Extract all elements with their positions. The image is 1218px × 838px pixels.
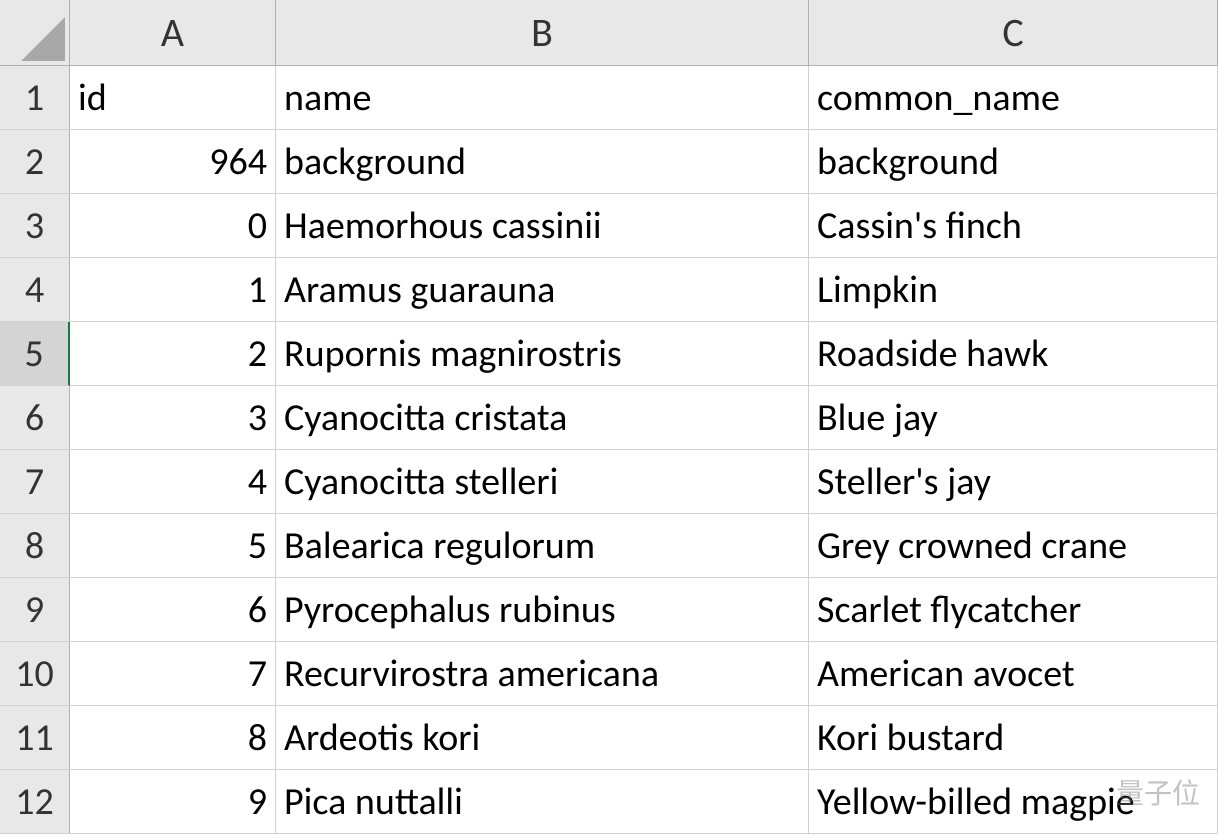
- cell-A11[interactable]: 8: [70, 706, 276, 770]
- row-header-2[interactable]: 2: [0, 130, 70, 194]
- cell-B6[interactable]: Cyanocitta cristata: [276, 386, 809, 450]
- row-header-11[interactable]: 11: [0, 706, 70, 770]
- row-header-12[interactable]: 12: [0, 770, 70, 834]
- row-header-6[interactable]: 6: [0, 386, 70, 450]
- cell-C11[interactable]: Kori bustard: [809, 706, 1218, 770]
- cell-B11[interactable]: Ardeotis kori: [276, 706, 809, 770]
- cell-A8[interactable]: 5: [70, 514, 276, 578]
- cell-B12[interactable]: Pica nuttalli: [276, 770, 809, 834]
- cell-C1[interactable]: common_name: [809, 66, 1218, 130]
- cell-A2[interactable]: 964: [70, 130, 276, 194]
- row-header-7[interactable]: 7: [0, 450, 70, 514]
- cell-B7[interactable]: Cyanocitta stelleri: [276, 450, 809, 514]
- cell-B8[interactable]: Balearica regulorum: [276, 514, 809, 578]
- cell-B4[interactable]: Aramus guarauna: [276, 258, 809, 322]
- cell-C4[interactable]: Limpkin: [809, 258, 1218, 322]
- cell-A6[interactable]: 3: [70, 386, 276, 450]
- cell-C8[interactable]: Grey crowned crane: [809, 514, 1218, 578]
- row-header-8[interactable]: 8: [0, 514, 70, 578]
- row-header-9[interactable]: 9: [0, 578, 70, 642]
- cell-A12[interactable]: 9: [70, 770, 276, 834]
- cell-C10[interactable]: American avocet: [809, 642, 1218, 706]
- cell-B10[interactable]: Recurvirostra americana: [276, 642, 809, 706]
- row-header-3[interactable]: 3: [0, 194, 70, 258]
- cell-C2[interactable]: background: [809, 130, 1218, 194]
- cell-C9[interactable]: Scarlet flycatcher: [809, 578, 1218, 642]
- cell-A3[interactable]: 0: [70, 194, 276, 258]
- row-header-5[interactable]: 5: [0, 322, 70, 386]
- column-header-B[interactable]: B: [276, 0, 809, 66]
- cell-B1[interactable]: name: [276, 66, 809, 130]
- cell-C5[interactable]: Roadside hawk: [809, 322, 1218, 386]
- cell-C7[interactable]: Steller's jay: [809, 450, 1218, 514]
- cell-B9[interactable]: Pyrocephalus rubinus: [276, 578, 809, 642]
- spreadsheet-grid[interactable]: A B C 1 id name common_name 2 964 backgr…: [0, 0, 1218, 834]
- select-all-corner[interactable]: [0, 0, 70, 66]
- cell-B3[interactable]: Haemorhous cassinii: [276, 194, 809, 258]
- column-header-A[interactable]: A: [70, 0, 276, 66]
- cell-A10[interactable]: 7: [70, 642, 276, 706]
- cell-C3[interactable]: Cassin's finch: [809, 194, 1218, 258]
- cell-A4[interactable]: 1: [70, 258, 276, 322]
- cell-C6[interactable]: Blue jay: [809, 386, 1218, 450]
- cell-A5[interactable]: 2: [70, 322, 276, 386]
- cell-B2[interactable]: background: [276, 130, 809, 194]
- row-header-10[interactable]: 10: [0, 642, 70, 706]
- cell-A7[interactable]: 4: [70, 450, 276, 514]
- cell-A1[interactable]: id: [70, 66, 276, 130]
- column-header-C[interactable]: C: [809, 0, 1218, 66]
- row-header-1[interactable]: 1: [0, 66, 70, 130]
- cell-C12[interactable]: Yellow-billed magpie: [809, 770, 1218, 834]
- cell-A9[interactable]: 6: [70, 578, 276, 642]
- cell-B5[interactable]: Rupornis magnirostris: [276, 322, 809, 386]
- row-header-4[interactable]: 4: [0, 258, 70, 322]
